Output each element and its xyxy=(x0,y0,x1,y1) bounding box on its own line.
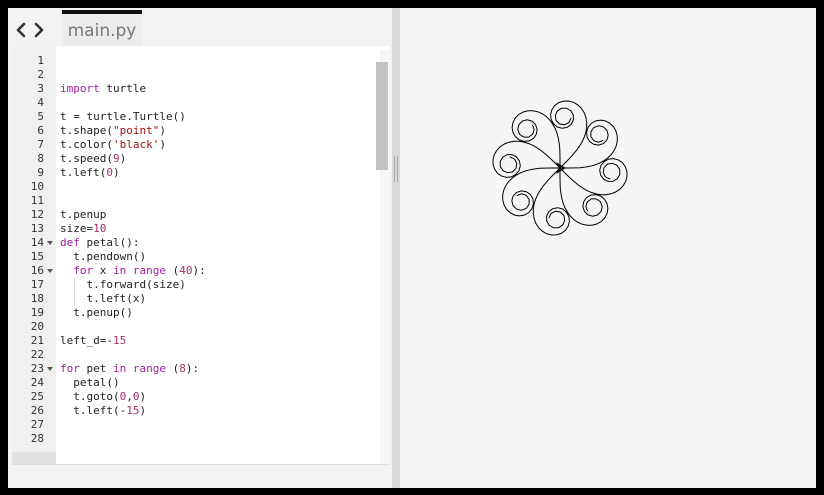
line-number: 28 xyxy=(30,432,44,445)
indent-guide xyxy=(74,278,75,306)
line-number: 8 xyxy=(37,152,44,165)
line-number: 3 xyxy=(37,82,44,95)
line-number: 25 xyxy=(30,390,44,403)
line-number: 10 xyxy=(30,180,44,193)
vertical-scrollbar-thumb[interactable] xyxy=(376,62,388,170)
horizontal-scrollbar[interactable] xyxy=(12,464,390,488)
code-line: import turtle xyxy=(60,82,147,95)
pane-splitter[interactable] xyxy=(392,8,400,488)
line-number: 9 xyxy=(37,166,44,179)
chevron-left-icon xyxy=(16,22,26,38)
line-number: 2 xyxy=(37,68,44,81)
petal-stroke xyxy=(511,110,561,168)
line-number: 19 xyxy=(30,306,44,319)
fold-arrow-icon[interactable] xyxy=(46,362,54,376)
line-number: 21 xyxy=(30,334,44,347)
tab-label: main.py xyxy=(67,21,137,41)
line-number: 17 xyxy=(30,278,44,291)
line-number: 20 xyxy=(30,320,44,333)
line-number: 12 xyxy=(30,208,44,221)
editor-pane: main.py 1 2 3 4 5 6 7 8 9 10 11 12 13 14 15 16 17 18 19 20 2… xyxy=(8,8,392,488)
petal-stroke xyxy=(559,158,628,196)
line-number: 24 xyxy=(30,376,44,389)
code-line: t.left(0) xyxy=(60,166,120,179)
code-line: t.penup() xyxy=(73,306,133,319)
code-line: t.left(-15) xyxy=(73,404,147,417)
fold-arrow-icon[interactable] xyxy=(46,236,54,250)
code-line: t.speed(9) xyxy=(60,152,127,165)
line-number: 11 xyxy=(30,194,44,207)
line-number: 4 xyxy=(37,96,44,109)
line-number: 15 xyxy=(30,250,44,263)
code-line: t.shape("point") xyxy=(60,124,166,137)
fold-arrow-icon[interactable] xyxy=(46,264,54,278)
forward-button[interactable] xyxy=(30,20,48,40)
code-line: t.penup xyxy=(60,208,107,221)
code-line: t.goto(0,0) xyxy=(73,390,147,403)
line-number: 6 xyxy=(37,124,44,137)
line-number: 18 xyxy=(30,292,44,305)
code-line: for pet in range (8): xyxy=(60,362,200,375)
line-number: 13 xyxy=(30,222,44,235)
petal-stroke xyxy=(559,168,609,226)
code-line: size=10 xyxy=(60,222,107,235)
tab-main-py[interactable]: main.py xyxy=(62,10,142,46)
code-line: for x in range (40): xyxy=(73,264,206,277)
petal-stroke xyxy=(502,167,560,217)
code-line: left_d=-15 xyxy=(60,334,127,347)
line-number: 16 xyxy=(30,264,44,277)
line-number: 1 xyxy=(37,54,44,67)
petal-stroke xyxy=(492,140,561,178)
line-number: 27 xyxy=(30,418,44,431)
line-number: 26 xyxy=(30,404,44,417)
app-window: main.py 1 2 3 4 5 6 7 8 9 10 11 12 13 14 15 16 17 18 19 20 2… xyxy=(0,0,824,495)
line-number: 22 xyxy=(30,348,44,361)
code-line: t.forward(size) xyxy=(86,278,186,291)
petal-stroke xyxy=(550,100,588,169)
turtle-canvas xyxy=(400,8,816,488)
line-number: 5 xyxy=(37,110,44,123)
petal-stroke xyxy=(560,119,618,169)
chevron-right-icon xyxy=(34,22,44,38)
code-line: t.left(x) xyxy=(86,292,147,305)
code-line: t = turtle.Turtle() xyxy=(60,110,186,123)
code-line: t.pendown() xyxy=(73,250,147,263)
splitter-grip-icon[interactable] xyxy=(394,156,398,182)
code-line: petal() xyxy=(73,376,120,389)
line-number: 7 xyxy=(37,138,44,151)
line-gutter: 1 2 3 4 5 6 7 8 9 10 11 12 13 14 15 16 17 18 19 20 21 22 23 24 2… xyxy=(12,46,56,464)
history-nav xyxy=(12,20,52,40)
gutter-footer xyxy=(12,452,56,464)
code-editor[interactable]: 1 2 3 4 5 6 7 8 9 10 11 12 13 14 15 16 17 18 19 20 21 22 23 24 2… xyxy=(12,46,390,464)
code-line: t.color('black') xyxy=(60,138,166,151)
turtle-drawing xyxy=(492,100,628,236)
line-number: 23 xyxy=(30,362,44,375)
back-button[interactable] xyxy=(12,20,30,40)
petal-stroke xyxy=(532,167,570,236)
line-number: 14 xyxy=(30,236,44,249)
code-line: def petal(): xyxy=(60,236,140,249)
